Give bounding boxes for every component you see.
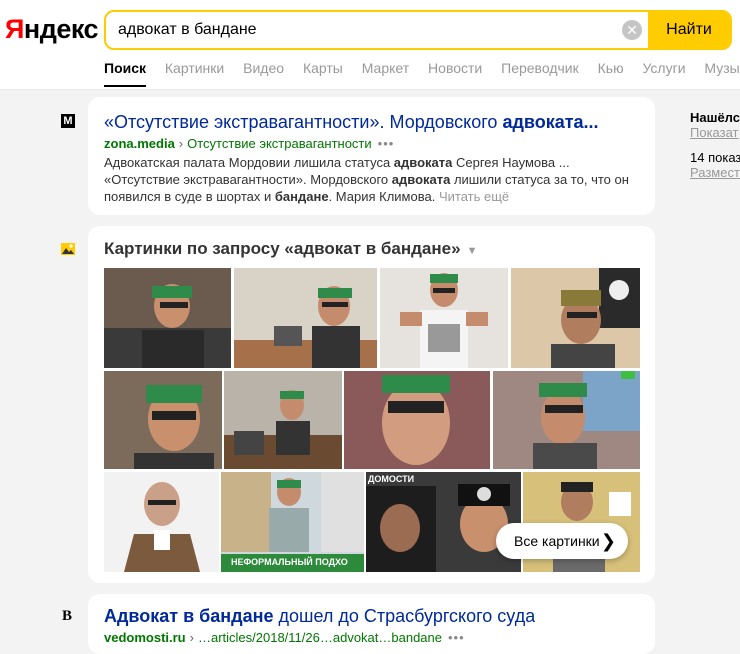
result-path: Отсутствие экстравагантности bbox=[187, 136, 372, 151]
snippet-text: лишили статуса за то, что он bbox=[450, 172, 629, 187]
favicon-letter: B bbox=[62, 608, 73, 624]
title-text: дошел до Страсбургского суда bbox=[273, 606, 536, 626]
search-input[interactable] bbox=[118, 12, 598, 48]
image-thumbnail[interactable]: НЕФОРМАЛЬНЫЙ ПОДХО bbox=[221, 472, 364, 572]
image-thumbnail[interactable] bbox=[380, 268, 508, 368]
close-icon[interactable]: ✕ bbox=[622, 20, 642, 40]
more-options-icon[interactable]: ••• bbox=[378, 136, 395, 151]
right-sidebar: Нашёлс Показат 14 показ Размест bbox=[690, 110, 740, 180]
result-snippet: Адвокатская палата Мордовии лишила стату… bbox=[104, 154, 644, 205]
result-domain: vedomosti.ru bbox=[104, 630, 186, 645]
search-tabs: Поиск Картинки Видео Карты Маркет Новост… bbox=[104, 60, 740, 87]
result-url[interactable]: zona.media › Отсутствие экстравагантности •… bbox=[104, 136, 394, 151]
search-result-card: Адвокат в бандане дошел до Страсбургског… bbox=[88, 594, 655, 654]
snippet-text: Адвокатская палата Мордовии лишила стату… bbox=[104, 155, 394, 170]
all-images-label: Все картинки bbox=[514, 533, 600, 549]
tab-market[interactable]: Маркет bbox=[362, 60, 409, 76]
breadcrumb-separator: › bbox=[178, 136, 184, 151]
tab-music[interactable]: Музыка bbox=[704, 60, 740, 76]
tab-maps[interactable]: Карты bbox=[303, 60, 343, 76]
logo-rest: ндекс bbox=[23, 14, 99, 44]
image-thumbnail[interactable] bbox=[493, 371, 640, 469]
tab-q[interactable]: Кью bbox=[598, 60, 624, 76]
result-url[interactable]: vedomosti.ru › …articles/2018/11/26…advoka… bbox=[104, 630, 465, 645]
chevron-down-icon[interactable]: ▼ bbox=[467, 245, 478, 257]
search-button[interactable]: Найти bbox=[648, 12, 730, 48]
title-highlight: адвоката... bbox=[502, 112, 599, 132]
search-box: ✕ Найти bbox=[104, 10, 732, 50]
logo-first-letter: Я bbox=[5, 14, 24, 44]
sidebar-found-text: Нашёлс bbox=[690, 110, 740, 125]
tab-news[interactable]: Новости bbox=[428, 60, 482, 76]
snippet-text: «Отсутствие экстравагантности». Мордовск… bbox=[104, 172, 392, 187]
tab-images[interactable]: Картинки bbox=[165, 60, 224, 76]
sidebar-show-link[interactable]: Показат bbox=[690, 125, 740, 140]
result-path: …articles/2018/11/26…advokat…bandane bbox=[197, 630, 442, 645]
image-thumbnail[interactable] bbox=[344, 371, 490, 469]
search-result-card: «Отсутствие экстравагантности». Мордовск… bbox=[88, 97, 655, 215]
title-text: «Отсутствие экстравагантности». Мордовск… bbox=[104, 112, 503, 132]
images-block: Картинки по запросу «адвокат в бандане» ▼… bbox=[88, 226, 655, 583]
result-domain: zona.media bbox=[104, 136, 175, 151]
chevron-right-icon: ❯ bbox=[600, 531, 616, 551]
image-banner-text: НЕФОРМАЛЬНЫЙ ПОДХО bbox=[231, 557, 348, 567]
snippet-text: появился в суде в шортах и bbox=[104, 189, 275, 204]
image-thumbnail[interactable] bbox=[104, 268, 231, 368]
sidebar-impressions-text: 14 показ bbox=[690, 150, 740, 165]
header: Яндекс ✕ Найти Поиск Картинки Видео Карт… bbox=[0, 0, 740, 90]
all-images-button[interactable]: Все картинки ❯ bbox=[496, 523, 628, 559]
breadcrumb-separator: › bbox=[189, 630, 194, 645]
yandex-logo[interactable]: Яндекс bbox=[5, 14, 99, 45]
tab-translator[interactable]: Переводчик bbox=[501, 60, 579, 76]
images-block-title[interactable]: Картинки по запросу «адвокат в бандане» ▼ bbox=[104, 239, 477, 259]
zona-media-favicon: M bbox=[61, 114, 75, 128]
image-thumbnail[interactable] bbox=[104, 472, 219, 572]
image-caption-text: ДОМОСТИ bbox=[368, 474, 415, 484]
image-thumbnail[interactable]: ДОМОСТИ bbox=[366, 472, 521, 572]
snippet-highlight: адвоката bbox=[393, 155, 453, 170]
snippet-text: Сергея Наумова ... bbox=[452, 155, 570, 170]
images-title-text: Картинки по запросу «адвокат в бандане» bbox=[104, 239, 461, 258]
image-thumbnail[interactable] bbox=[104, 371, 222, 469]
image-thumbnail[interactable] bbox=[234, 268, 377, 368]
tab-video[interactable]: Видео bbox=[243, 60, 284, 76]
read-more-link[interactable]: Читать ещё bbox=[439, 189, 509, 204]
tab-services[interactable]: Услуги bbox=[642, 60, 685, 76]
vedomosti-favicon: B bbox=[62, 608, 76, 624]
favicon-letter: M bbox=[63, 115, 73, 127]
snippet-highlight: бандане bbox=[274, 189, 329, 204]
title-highlight: Адвокат в бандане bbox=[104, 606, 274, 626]
tab-search[interactable]: Поиск bbox=[104, 60, 146, 87]
more-options-icon[interactable]: ••• bbox=[448, 630, 465, 645]
sidebar-place-link[interactable]: Размест bbox=[690, 165, 740, 180]
snippet-text: . Мария Климова. bbox=[328, 189, 436, 204]
result-title-link[interactable]: «Отсутствие экстравагантности». Мордовск… bbox=[104, 112, 599, 133]
result-title-link[interactable]: Адвокат в бандане дошел до Страсбургског… bbox=[104, 606, 535, 627]
image-thumbnail[interactable] bbox=[511, 268, 640, 368]
image-icon bbox=[61, 242, 75, 256]
image-thumbnail[interactable] bbox=[224, 371, 342, 469]
snippet-highlight: адвоката bbox=[391, 172, 451, 187]
